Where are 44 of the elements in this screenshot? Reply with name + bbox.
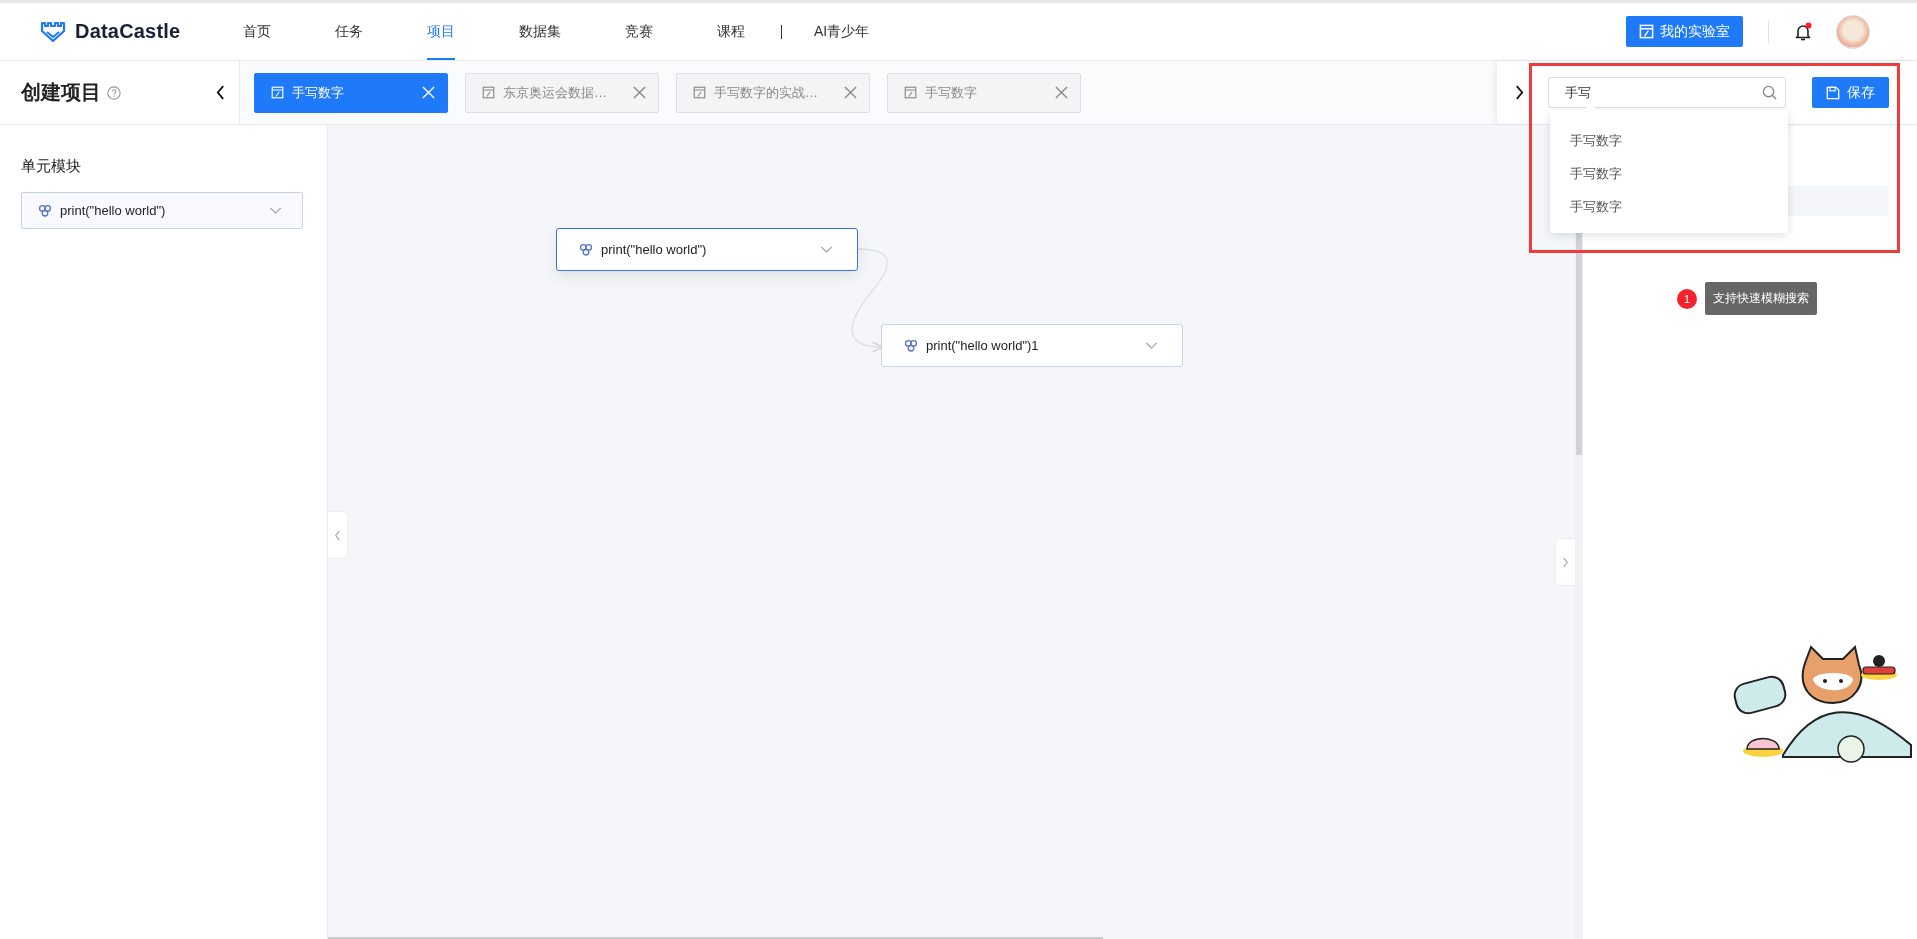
nav-link[interactable]: 竞赛 <box>625 3 653 60</box>
tooltip: 支持快速模糊搜索 <box>1705 282 1817 315</box>
help-icon[interactable] <box>107 85 121 100</box>
file-icon <box>271 86 284 99</box>
suggestion-item[interactable]: 手写数字 <box>1550 124 1788 157</box>
section-label: 单元模块 <box>21 157 81 176</box>
file-icon <box>904 86 917 99</box>
nav-link[interactable]: 数据集 <box>519 3 561 60</box>
logo-text[interactable]: DataCastle <box>75 20 181 43</box>
right-panel-handle[interactable] <box>1555 538 1575 586</box>
suggestion-item[interactable]: 手写数字 <box>1550 190 1788 223</box>
flow-node[interactable]: print("hello world") <box>556 228 858 271</box>
caret-icon <box>820 246 833 253</box>
file-icon <box>482 86 495 99</box>
lab-button[interactable]: 我的实验室 <box>1626 16 1743 47</box>
page-title: 创建项目 <box>21 80 101 105</box>
left-panel-handle[interactable] <box>328 511 348 559</box>
nav-link[interactable]: 首页 <box>243 3 271 60</box>
nav-link[interactable]: 课程 <box>717 3 745 60</box>
suggestion-item[interactable]: 手写数字 <box>1550 157 1788 190</box>
bell-icon[interactable] <box>1794 21 1812 42</box>
caret-icon <box>269 207 282 214</box>
avatar[interactable] <box>1836 14 1870 49</box>
nav-link[interactable]: 任务 <box>335 3 363 60</box>
file-icon <box>693 86 706 99</box>
flow-node[interactable]: print("hello world")1 <box>881 324 1183 367</box>
close-icon[interactable] <box>1055 86 1068 99</box>
close-icon[interactable] <box>844 86 857 99</box>
castle-logo-icon <box>40 20 66 43</box>
cluster-icon <box>904 338 918 353</box>
chevron-left-icon[interactable] <box>216 85 225 100</box>
caret-icon <box>1145 342 1158 349</box>
save-button[interactable]: 保存 <box>1812 77 1889 108</box>
cluster-icon <box>579 242 593 257</box>
file-tab[interactable]: 手写数字 <box>254 72 448 113</box>
search-field[interactable]: 手写 <box>1548 77 1786 108</box>
cluster-icon <box>38 203 52 218</box>
step-badge: 1 <box>1677 288 1697 309</box>
close-icon[interactable] <box>633 86 646 99</box>
nav-link[interactable]: AI青少年 <box>814 3 870 60</box>
module-dropdown[interactable]: print("hello world") <box>21 192 303 229</box>
window-icon <box>1639 24 1654 39</box>
chevron-right-icon[interactable] <box>1515 85 1524 100</box>
search-icon[interactable] <box>1762 85 1777 100</box>
